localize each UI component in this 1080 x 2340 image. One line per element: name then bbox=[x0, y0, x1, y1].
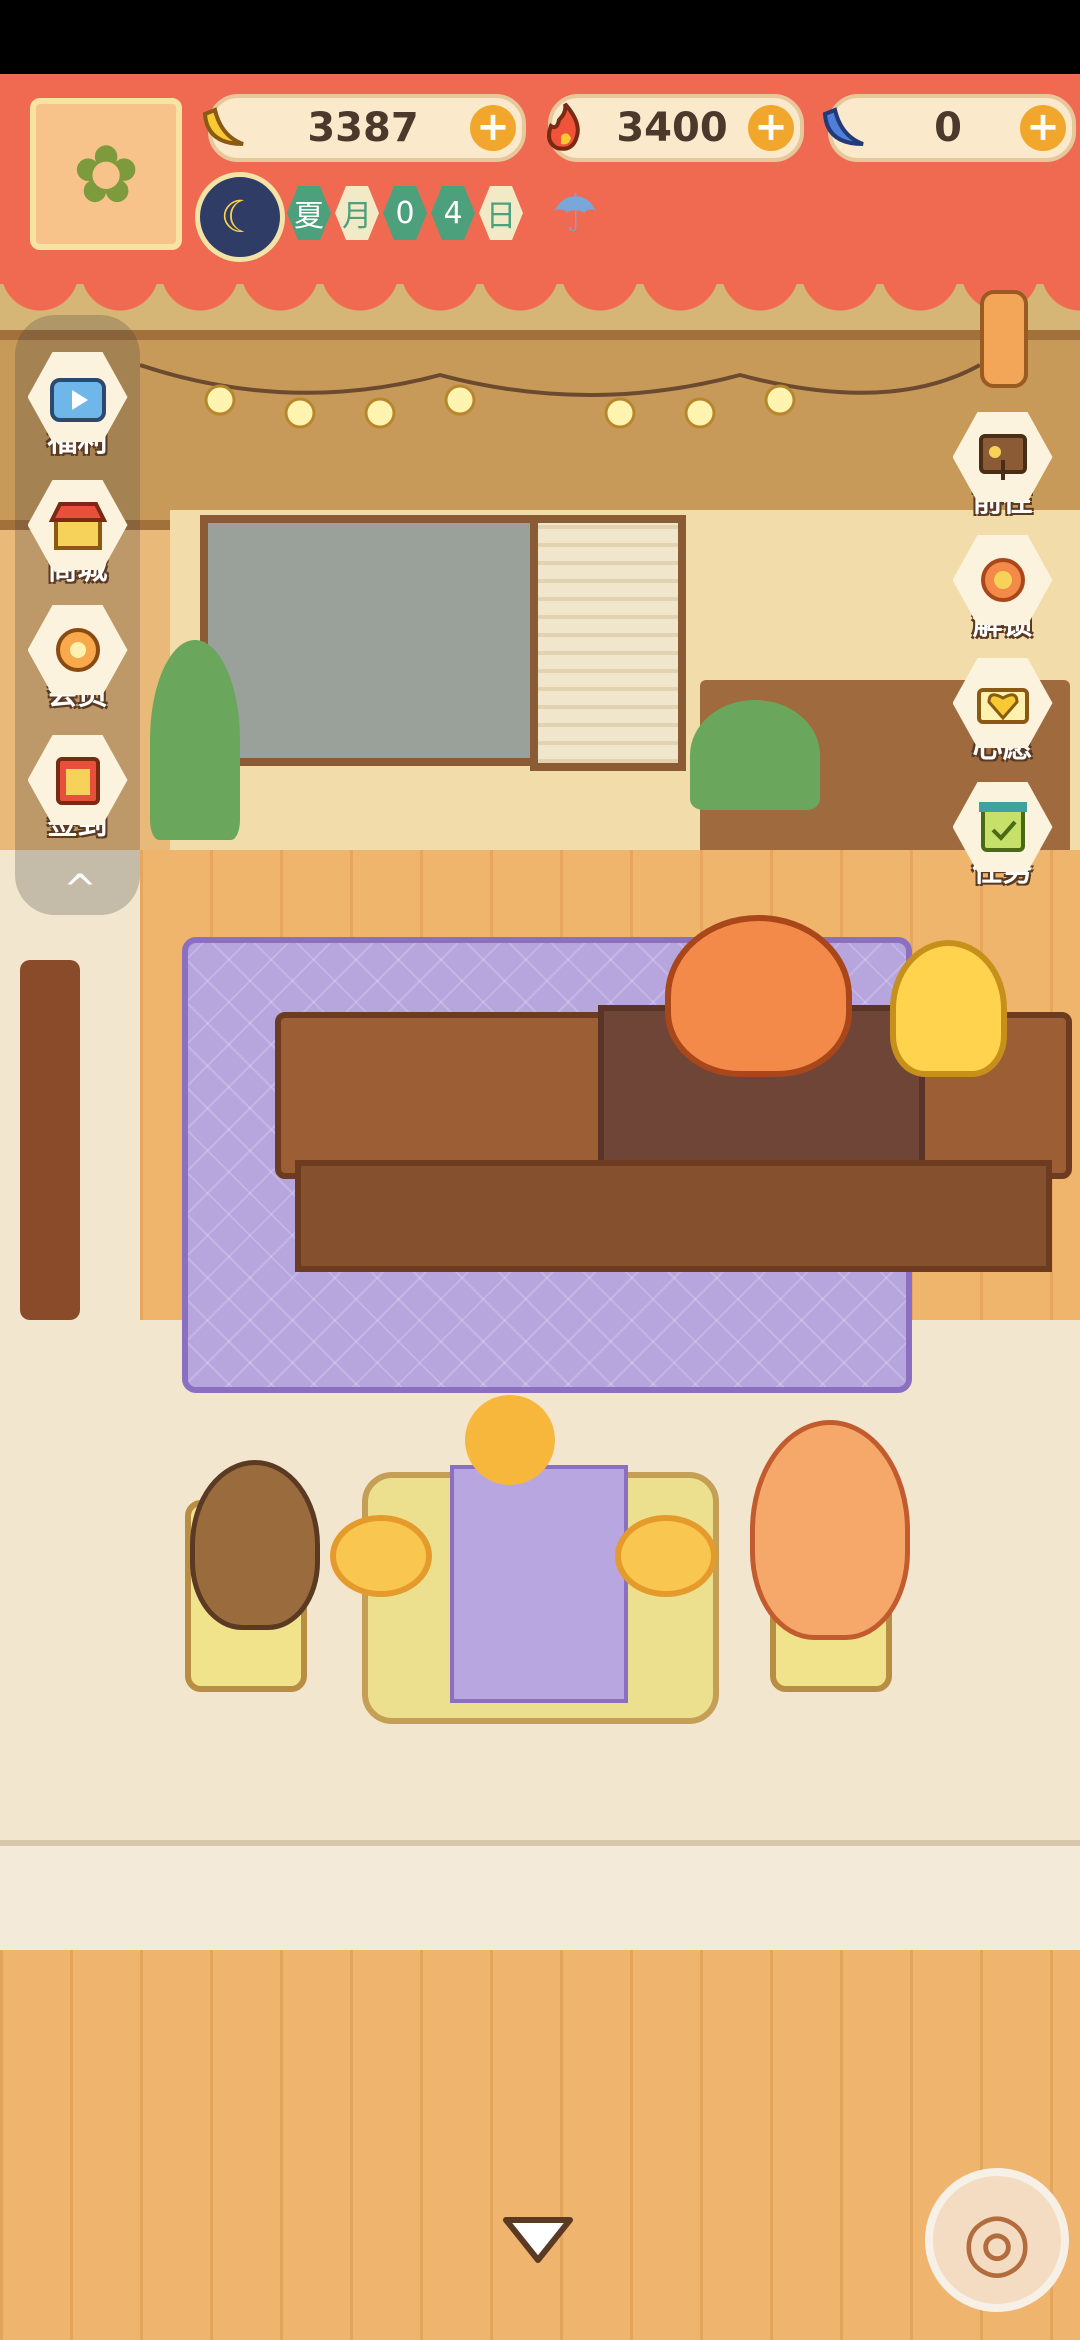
add-fire-button[interactable]: + bbox=[748, 105, 794, 151]
moon-glyph: ☾ bbox=[220, 191, 260, 243]
floor-lamp bbox=[20, 960, 80, 1320]
clover-icon: ✿ bbox=[72, 127, 140, 221]
menu-welfare[interactable]: 福利 bbox=[15, 352, 140, 472]
window-shutter bbox=[530, 515, 686, 771]
menu-wish[interactable]: 心愿 bbox=[940, 658, 1065, 778]
gear-badge-icon bbox=[952, 535, 1053, 625]
rain-cloud-icon[interactable]: ☂ bbox=[540, 178, 610, 250]
pizza-left bbox=[330, 1515, 432, 1597]
tv-icon bbox=[27, 352, 128, 442]
shop-icon bbox=[27, 480, 128, 570]
table-runner bbox=[450, 1465, 628, 1703]
banana-counter: 3387 + bbox=[202, 94, 526, 162]
add-banana-button[interactable]: + bbox=[470, 105, 516, 151]
checklist-icon bbox=[952, 782, 1053, 872]
menu-unlock[interactable]: 解锁 bbox=[940, 535, 1065, 655]
menu-checkin[interactable]: 签到 bbox=[15, 735, 140, 855]
status-bar bbox=[0, 0, 1080, 74]
cooking-pot[interactable] bbox=[665, 915, 852, 1077]
pineapple-customer[interactable] bbox=[750, 1420, 910, 1640]
banana-icon bbox=[194, 97, 256, 159]
string-lights bbox=[140, 363, 980, 429]
flower-badge-icon bbox=[27, 605, 128, 695]
heart-book-icon bbox=[952, 658, 1053, 748]
flower-vase bbox=[465, 1395, 555, 1485]
rainy-window bbox=[200, 515, 546, 766]
expand-down-arrow-icon[interactable] bbox=[500, 2212, 576, 2268]
fire-counter: 3400 + bbox=[547, 94, 804, 162]
fire-amount: 3400 bbox=[616, 105, 728, 151]
blue-banana-amount: 0 bbox=[934, 105, 962, 151]
avatar[interactable]: ✿ bbox=[30, 98, 182, 250]
fire-icon bbox=[534, 97, 596, 159]
counter-base bbox=[295, 1160, 1052, 1272]
calendar-icon bbox=[27, 735, 128, 825]
scroll-icon[interactable] bbox=[980, 290, 1028, 388]
add-blue-banana-button[interactable]: + bbox=[1020, 105, 1066, 151]
collapse-menu-button[interactable]: ^ bbox=[55, 870, 105, 910]
lower-floor bbox=[0, 1950, 1080, 2340]
pizza-right bbox=[615, 1515, 717, 1597]
service-bell[interactable] bbox=[890, 940, 1007, 1077]
bean-customer[interactable] bbox=[190, 1460, 320, 1630]
potted-plant-left bbox=[150, 640, 240, 840]
weather-glyph: ☂ bbox=[551, 184, 599, 244]
menu-shop[interactable]: 商城 bbox=[15, 480, 140, 600]
banana-amount: 3387 bbox=[307, 105, 419, 151]
yarn-ball-icon[interactable]: ◎ bbox=[925, 2168, 1069, 2312]
menu-tasks[interactable]: 任务 bbox=[940, 782, 1065, 902]
menu-goto[interactable]: 前往 bbox=[940, 412, 1065, 532]
blue-banana-icon bbox=[814, 97, 876, 159]
blue-banana-counter: 0 + bbox=[822, 94, 1076, 162]
yarn-glyph: ◎ bbox=[962, 2193, 1032, 2287]
potted-plant-shelf bbox=[690, 700, 820, 810]
moon-calendar-icon[interactable]: ☾ bbox=[195, 172, 285, 262]
steps bbox=[0, 1840, 1080, 1962]
menu-membership[interactable]: 会员 bbox=[15, 605, 140, 725]
signboard-icon bbox=[952, 412, 1053, 502]
